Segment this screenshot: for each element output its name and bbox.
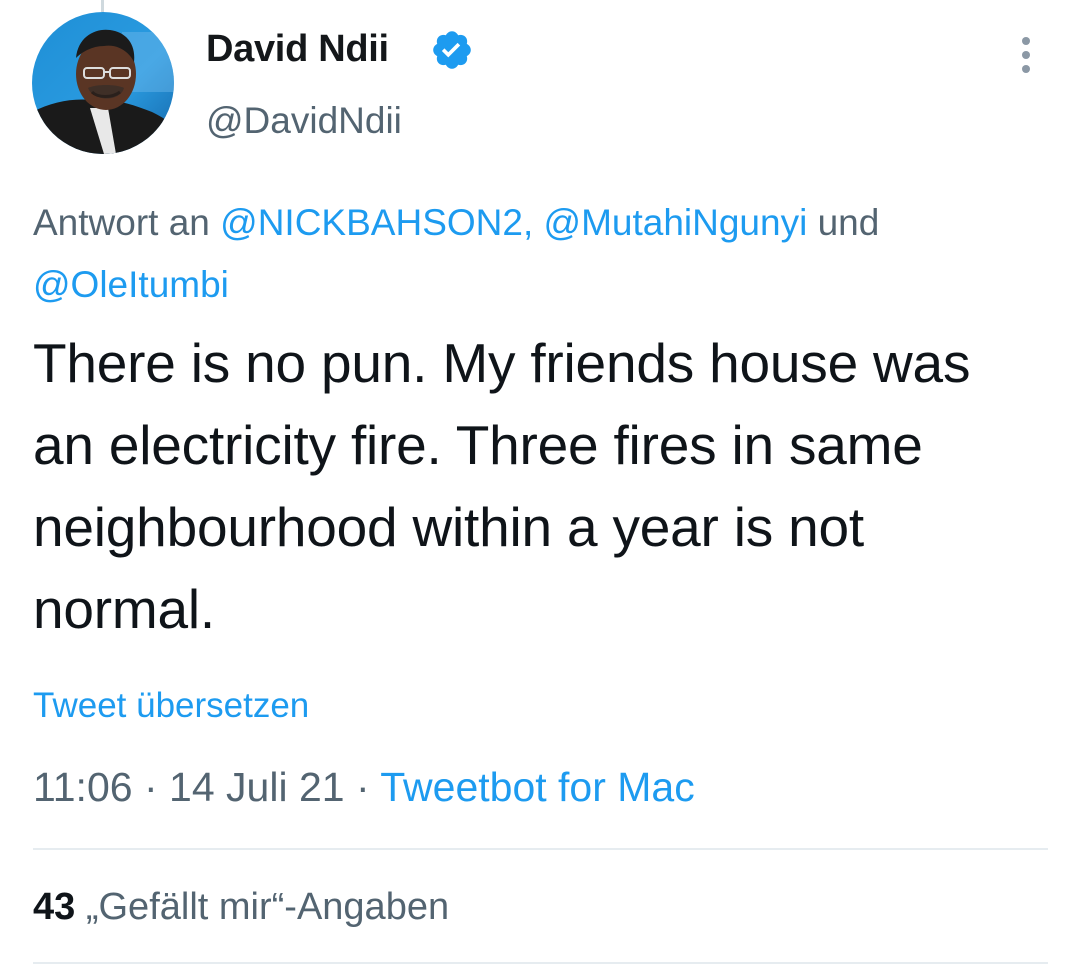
author-handle[interactable]: @DavidNdii bbox=[206, 100, 402, 142]
profile-photo bbox=[32, 12, 174, 154]
tweet-metadata: 11:06 · 14 Juli 21 · Tweetbot for Mac bbox=[33, 764, 695, 811]
reply-context: Antwort an @NICKBAHSON2, @MutahiNgunyi u… bbox=[33, 192, 1033, 316]
verified-badge-icon bbox=[433, 31, 471, 69]
likes-stat[interactable]: 43 „Gefällt mir“-Angaben bbox=[33, 886, 449, 929]
mention-link[interactable]: @MutahiNgunyi bbox=[544, 202, 808, 243]
mention-link[interactable]: @NICKBAHSON2, bbox=[220, 202, 533, 243]
likes-count: 43 bbox=[33, 886, 76, 928]
divider bbox=[33, 848, 1048, 850]
avatar[interactable] bbox=[32, 12, 174, 154]
more-vertical-icon[interactable] bbox=[1008, 34, 1044, 76]
tweet-text: There is no pun. My friends house was an… bbox=[33, 332, 971, 640]
likes-label: „Gefällt mir“-Angaben bbox=[85, 886, 450, 928]
thread-connector-line bbox=[101, 0, 104, 12]
author-display-name[interactable]: David Ndii bbox=[206, 28, 389, 71]
mention-link[interactable]: @OleItumbi bbox=[33, 264, 229, 305]
meta-separator: · bbox=[143, 764, 158, 810]
meta-separator: · bbox=[355, 764, 370, 810]
divider bbox=[33, 962, 1048, 964]
tweet-date: 14 Juli 21 bbox=[169, 764, 345, 810]
reply-conjunction: und bbox=[817, 202, 880, 243]
tweet-time: 11:06 bbox=[33, 764, 133, 810]
reply-prefix: Antwort an bbox=[33, 202, 210, 243]
tweet-source-link[interactable]: Tweetbot for Mac bbox=[380, 764, 694, 810]
translate-tweet-link[interactable]: Tweet übersetzen bbox=[33, 686, 309, 726]
